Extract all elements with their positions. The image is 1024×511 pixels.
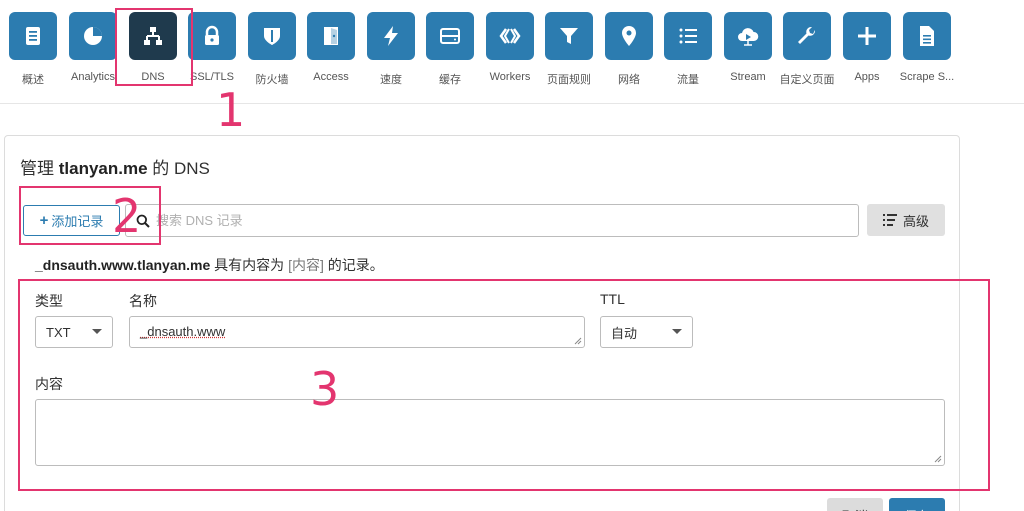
nav-item-cache[interactable]: 缓存 (420, 12, 480, 87)
cancel-button[interactable]: 取消 (827, 498, 883, 511)
advanced-button[interactable]: 高级 (867, 204, 945, 236)
wrench-icon (783, 12, 831, 60)
title-suffix: 的 DNS (148, 159, 210, 178)
save-button[interactable]: 保存 (889, 498, 945, 511)
shield-icon (248, 12, 296, 60)
nav-item-overview[interactable]: 概述 (3, 12, 63, 87)
analytics-icon (69, 12, 117, 60)
lightning-icon (367, 12, 415, 60)
storage-icon (426, 12, 474, 60)
search-input[interactable] (156, 213, 836, 228)
page-title: 管理 tlanyan.me 的 DNS (20, 154, 210, 179)
list-icon (883, 214, 897, 226)
title-domain: tlanyan.me (59, 159, 148, 178)
record-text-end: 的记录。 (324, 257, 384, 273)
annotation-box-dns (115, 8, 193, 86)
nav-label: 流量 (657, 71, 719, 87)
nav-item-firewall[interactable]: 防火墙 (242, 12, 302, 87)
nav-label: Stream (717, 71, 779, 83)
annotation-number-1: 1 (216, 87, 245, 133)
cloud-play-icon (724, 12, 772, 60)
overview-icon (9, 12, 57, 60)
door-icon (307, 12, 355, 60)
lock-icon (188, 12, 236, 60)
record-summary: _dnsauth.www.tlanyan.me 具有内容为 [内容] 的记录。 (35, 255, 384, 275)
nav-label: Workers (479, 71, 541, 83)
nav-item-scrape-shield[interactable]: Scrape S... (897, 12, 957, 83)
nav-item-apps[interactable]: Apps (837, 12, 897, 83)
nav-item-network[interactable]: 网络 (599, 12, 659, 87)
nav-label: 防火墙 (241, 71, 303, 87)
nav-item-access[interactable]: Access (301, 12, 361, 83)
record-text-mid: 具有内容为 (210, 257, 288, 273)
annotation-number-3: 3 (310, 366, 339, 412)
nav-label: 概述 (2, 71, 64, 87)
nav-item-workers[interactable]: Workers (480, 12, 540, 83)
workers-icon (486, 12, 534, 60)
nav-item-analytics[interactable]: Analytics (63, 12, 123, 83)
location-pin-icon (605, 12, 653, 60)
nav-item-traffic[interactable]: 流量 (658, 12, 718, 87)
nav-label: 速度 (360, 71, 422, 87)
nav-label: 页面规则 (538, 71, 600, 87)
nav-label: Access (300, 71, 362, 83)
filter-icon (545, 12, 593, 60)
nav-label: 网络 (598, 71, 660, 87)
annotation-number-2: 2 (112, 193, 141, 239)
document-icon (903, 12, 951, 60)
nav-item-speed[interactable]: 速度 (361, 12, 421, 87)
nav-item-stream[interactable]: Stream (718, 12, 778, 83)
nav-label: Apps (836, 71, 898, 83)
list-icon (664, 12, 712, 60)
title-prefix: 管理 (20, 159, 59, 178)
nav-item-page-rules[interactable]: 页面规则 (539, 12, 599, 87)
nav-item-custom-pages[interactable]: 自定义页面 (777, 12, 837, 87)
nav-label: Scrape S... (896, 71, 958, 83)
record-content-token: [内容] (288, 257, 324, 273)
nav-label: 自定义页面 (776, 71, 838, 87)
advanced-label: 高级 (903, 211, 929, 230)
annotation-box-form (18, 279, 990, 491)
nav-label: 缓存 (419, 71, 481, 87)
plus-icon (843, 12, 891, 60)
record-name: _dnsauth.www.tlanyan.me (35, 257, 210, 273)
search-bar (125, 204, 859, 237)
